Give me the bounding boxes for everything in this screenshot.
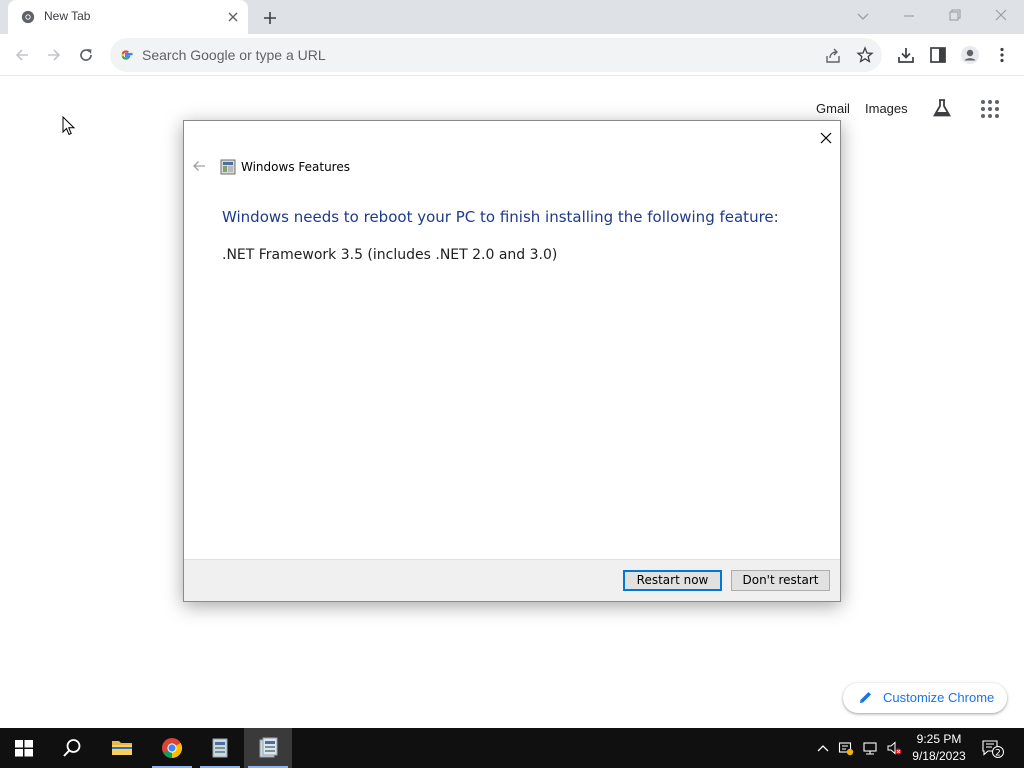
google-apps-grid-icon[interactable] [980,99,1000,119]
chrome-menu-icon[interactable] [992,45,1012,65]
profile-avatar-icon[interactable] [960,45,980,65]
images-link[interactable]: Images [865,101,908,116]
network-icon[interactable] [862,740,878,756]
notification-count: 2 [995,748,1001,758]
volume-muted-icon[interactable] [886,740,902,756]
forward-arrow-icon[interactable] [44,45,64,65]
taskbar-chrome[interactable] [148,728,196,768]
windows-features-icon [220,159,236,175]
taskbar-file-explorer[interactable] [98,728,146,768]
taskbar-app-features[interactable] [196,728,244,768]
show-hidden-icons-chevron-icon[interactable] [815,740,831,756]
dialog-close-icon[interactable] [815,127,837,149]
new-tab-plus-icon[interactable] [260,8,280,28]
windows-features-app-icon [212,738,228,758]
clock-date: 9/18/2023 [912,749,966,763]
tab-new-tab[interactable]: New Tab [8,0,248,34]
tab-strip: New Tab [0,0,1024,34]
taskbar-clock[interactable]: 9:25 PM 9/18/2023 [908,731,970,765]
windows-features-dialog: Windows Features Windows needs to reboot… [183,120,841,602]
taskbar [0,728,1024,768]
windows-features-active-icon [259,737,278,758]
chrome-favicon-icon [21,10,35,24]
browser-toolbar: Search Google or type a URL [0,34,1024,76]
security-warning-tray-icon[interactable] [838,740,854,756]
address-bar-placeholder: Search Google or type a URL [142,47,326,63]
pencil-icon [860,692,871,703]
dialog-back-arrow-icon[interactable] [191,159,207,173]
side-panel-icon[interactable] [928,45,948,65]
downloads-icon[interactable] [896,45,916,65]
restart-now-button[interactable]: Restart now [623,570,722,591]
back-arrow-icon[interactable] [12,45,32,65]
customize-chrome-label: Customize Chrome [883,690,995,705]
tab-title: New Tab [44,9,91,23]
google-g-icon [121,50,133,60]
taskbar-search-button[interactable] [48,728,96,768]
tab-close-icon[interactable] [225,9,241,25]
search-icon [63,739,81,757]
labs-flask-icon[interactable] [931,97,953,119]
restore-icon[interactable] [944,6,966,26]
start-button[interactable] [0,728,48,768]
address-bar[interactable]: Search Google or type a URL [110,38,882,72]
folder-icon [112,741,132,755]
windows-logo-icon [15,740,33,757]
dialog-title: Windows Features [241,160,350,174]
tab-search-chevron-icon[interactable] [852,6,874,26]
mouse-pointer-icon [62,116,76,136]
feature-name: .NET Framework 3.5 (includes .NET 2.0 an… [222,247,558,263]
minimize-icon[interactable] [898,6,920,26]
share-icon[interactable] [824,47,842,65]
customize-chrome-button[interactable]: Customize Chrome [843,683,1007,713]
dialog-heading: Windows needs to reboot your PC to finis… [222,208,779,226]
reload-icon[interactable] [76,45,96,65]
taskbar-app-features-active[interactable] [244,728,292,768]
dont-restart-button[interactable]: Don't restart [731,570,830,591]
dialog-footer: Restart now Don't restart [184,559,840,601]
notification-center-icon[interactable]: 2 [982,739,1004,759]
gmail-link[interactable]: Gmail [816,101,850,116]
clock-time: 9:25 PM [916,732,962,746]
bookmark-star-icon[interactable] [856,46,874,64]
chrome-icon [162,738,183,759]
window-close-icon[interactable] [990,6,1012,26]
